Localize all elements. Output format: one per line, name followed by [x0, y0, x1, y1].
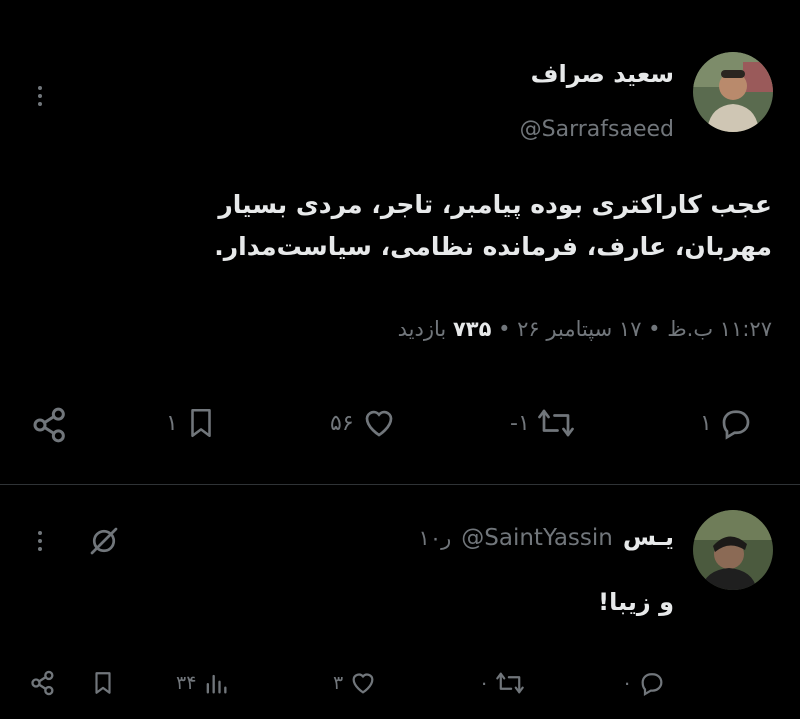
tweet-text-line: مهربان، عارف، فرمانده نظامی، سیاست‌مدار. [214, 232, 772, 261]
like-icon [352, 673, 374, 694]
bookmark-button[interactable]: ۱ [166, 405, 218, 441]
reply-age[interactable]: ۱۰ر [419, 526, 452, 550]
retweet-icon [496, 672, 525, 694]
reply-text: و زیبا! [598, 588, 674, 616]
reply-header: یـس @SaintYassin ۱۰ر [419, 523, 674, 551]
like-count: ۵۶ [330, 410, 354, 436]
meta-separator: • [498, 317, 511, 341]
tweet-meta: ۱۱:۲۷ ب.ظ • ۱۷ سپتامبر ۲۶ • ۷۳۵ بازدید [398, 317, 772, 341]
bookmark-count: ۱ [166, 410, 178, 436]
tweet-date[interactable]: ۱۷ سپتامبر ۲۶ [517, 317, 641, 341]
reply-icon [641, 673, 663, 697]
tweet-text: عجب کاراکتری بوده پیامبر، تاجر، مردی بسی… [12, 184, 772, 268]
retweet-icon [537, 409, 574, 437]
tweet-text-line: عجب کاراکتری بوده پیامبر، تاجر، مردی بسی… [218, 190, 772, 219]
reply-retweet-count: ۰ [479, 672, 490, 694]
share-icon [31, 670, 54, 696]
tweet-time[interactable]: ۱۱:۲۷ ب.ظ [667, 317, 772, 341]
reply-icon [722, 410, 750, 440]
author-avatar[interactable] [693, 52, 773, 132]
author-handle[interactable]: @Sarrafsaeed [520, 117, 674, 142]
grok-icon[interactable] [86, 523, 122, 563]
reply-author-handle[interactable]: @SaintYassin [461, 525, 613, 551]
views-icon [207, 674, 227, 694]
reply-author-name[interactable]: یـس [623, 523, 674, 551]
views-count: ۷۳۵ [452, 317, 492, 341]
like-icon [365, 410, 392, 437]
reply-views-count: ۳۴ [176, 672, 197, 694]
author-name[interactable]: سعید صراف [531, 60, 674, 88]
share-button[interactable] [30, 405, 70, 445]
views-label: بازدید [397, 317, 447, 341]
reply-count: ۱ [700, 410, 712, 436]
reply-like-count: ۳ [333, 672, 344, 694]
share-icon [33, 407, 65, 443]
retweet-button[interactable]: -۱ [510, 405, 576, 441]
bookmark-icon [95, 672, 111, 694]
reply-views-button[interactable]: ۳۴ [176, 669, 230, 697]
reply-share-button[interactable] [29, 669, 57, 697]
reply-reply-button[interactable]: ۰ [622, 669, 666, 697]
meta-separator: • [648, 317, 661, 341]
like-button[interactable]: ۵۶ [330, 405, 398, 441]
reply-bookmark-button[interactable] [90, 669, 116, 697]
bookmark-icon [191, 408, 211, 438]
more-options-icon[interactable] [30, 86, 50, 106]
retweet-count: -۱ [510, 410, 530, 436]
reply-like-button[interactable]: ۳ [333, 669, 377, 697]
reply-reply-count: ۰ [622, 672, 633, 694]
reply-retweet-button[interactable]: ۰ [479, 669, 525, 697]
reply-more-options-icon[interactable] [30, 531, 50, 551]
tweet-divider [0, 484, 800, 485]
reply-author-avatar[interactable] [693, 510, 773, 590]
reply-button[interactable]: ۱ [700, 405, 754, 441]
